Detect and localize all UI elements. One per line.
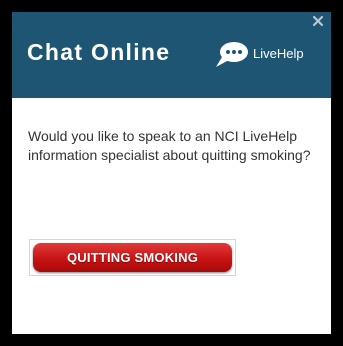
dialog-question: Would you like to speak to an NCI LiveHe… <box>28 128 311 163</box>
button-frame: QUITTING SMOKING <box>29 239 236 276</box>
chat-bubble-icon <box>216 42 248 67</box>
dialog-frame: Chat Online LiveHelp Would you like to s… <box>8 8 335 338</box>
livehelp-label: LiveHelp <box>253 46 304 61</box>
dialog-header: Chat Online LiveHelp <box>12 12 331 98</box>
chat-dialog: Chat Online LiveHelp Would you like to s… <box>12 12 331 334</box>
close-icon[interactable] <box>311 14 325 28</box>
quitting-smoking-button[interactable]: QUITTING SMOKING <box>33 243 232 272</box>
dialog-title: Chat Online <box>27 39 171 65</box>
